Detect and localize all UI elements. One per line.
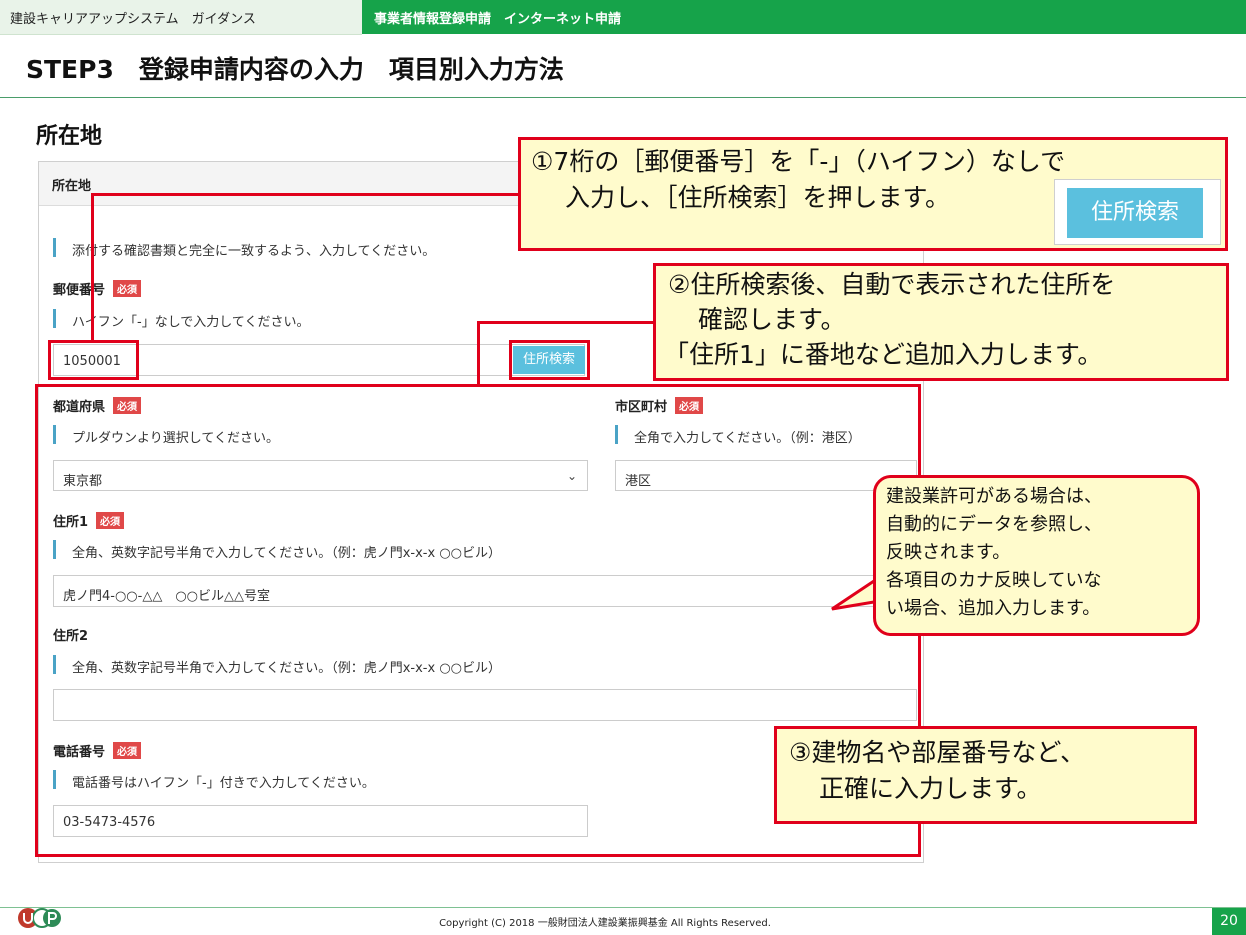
guidance-tab: 建設キャリアアップシステム ガイダンス (0, 0, 362, 35)
title-divider (0, 97, 1246, 98)
bubble-line5: い場合、追加入力します。 (886, 598, 1101, 619)
callout-step1-line2: 入力し、［住所検索］を押します。 (565, 183, 951, 212)
bubble-line3: 反映されます。 (886, 542, 1011, 563)
footer-divider (0, 907, 1246, 908)
postal-label-text: 郵便番号 (53, 283, 106, 298)
panel-header-label: 所在地 (52, 179, 92, 194)
connector-line (477, 321, 480, 385)
application-title: 事業者情報登録申請 インターネット申請 (374, 12, 622, 27)
postal-hint: ハイフン「-」なしで入力してください。 (72, 315, 310, 330)
copyright-text: Copyright (C) 2018 一般財団法人建設業振興基金 All Rig… (439, 918, 771, 929)
guidance-title: 建設キャリアアップシステム ガイダンス (10, 12, 256, 27)
top-hint: 添付する確認書類と完全に一致するよう、入力してください。 (72, 244, 436, 259)
callout-step2: ②住所検索後、自動で表示された住所を 確認します。 「住所1」に番地など追加入力… (653, 263, 1229, 381)
search-button-sample-frame: 住所検索 (1054, 179, 1221, 245)
connector-line (477, 321, 655, 324)
postal-label: 郵便番号 必須 (53, 279, 142, 298)
callout-step3-line2: 正確に入力します。 (819, 774, 1042, 803)
connector-line (91, 193, 94, 341)
search-button-sample: 住所検索 (1067, 188, 1203, 238)
connector-line (91, 193, 521, 196)
callout-step1: ①7桁の［郵便番号］を「-」（ハイフン）なしで 入力し、［住所検索］を押します。… (518, 137, 1228, 251)
bubble-line4: 各項目のカナ反映していな (886, 570, 1102, 591)
postal-highlight (48, 340, 139, 380)
callout-step1-line1: ①7桁の［郵便番号］を「-」（ハイフン）なしで (531, 147, 1066, 176)
page-title: STEP3 登録申請内容の入力 項目別入力方法 (26, 55, 564, 84)
section-title: 所在地 (36, 124, 103, 149)
callout-step2-line3: 「住所1」に番地など追加入力します。 (664, 340, 1103, 369)
callout-step3: ③建物名や部屋番号など、 正確に入力します。 (774, 726, 1197, 824)
bubble-line1: 建設業許可がある場合は、 (886, 486, 1102, 507)
callout-step2-line2: 確認します。 (698, 305, 846, 334)
required-badge: 必須 (113, 280, 142, 297)
auto-fill-speech-bubble: 建設業許可がある場合は、 自動的にデータを参照し、 反映されます。 各項目のカナ… (873, 475, 1200, 636)
application-tab: 事業者情報登録申請 インターネット申請 (362, 0, 1246, 34)
callout-step3-line1: ③建物名や部屋番号など、 (789, 738, 1086, 767)
page-number: 20 (1212, 908, 1246, 935)
bubble-line2: 自動的にデータを参照し、 (886, 514, 1102, 535)
callout-step2-line1: ②住所検索後、自動で表示された住所を (668, 270, 1116, 299)
search-button-highlight (509, 340, 590, 380)
